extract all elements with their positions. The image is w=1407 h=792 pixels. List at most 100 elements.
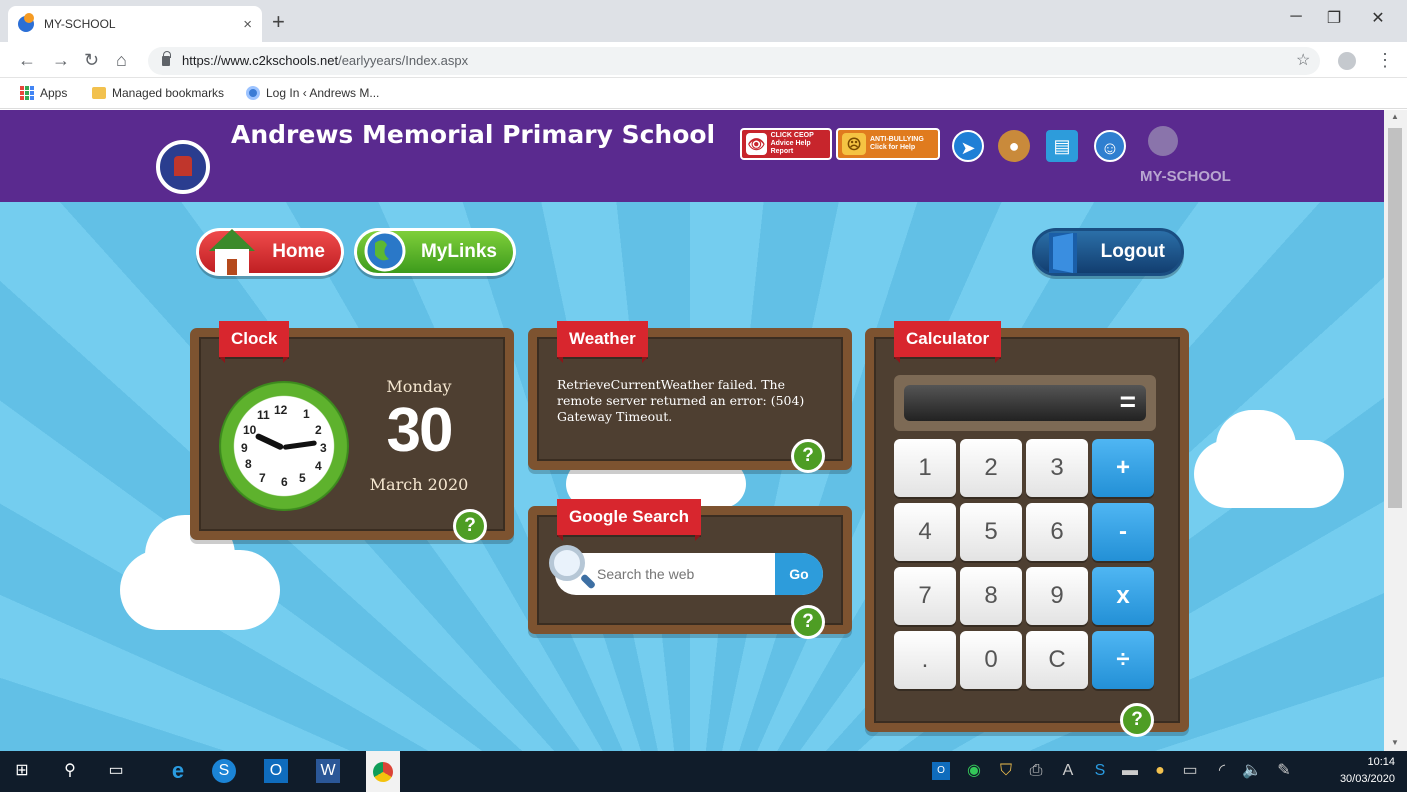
profile-avatar-icon[interactable] (1338, 52, 1356, 70)
home-button[interactable]: Home (196, 228, 344, 276)
mylinks-button[interactable]: MyLinks (354, 228, 516, 276)
bookmark-label: Managed bookmarks (112, 86, 225, 100)
calc-key[interactable]: 9 (1026, 567, 1088, 625)
document-lock-icon[interactable]: ▤ (1046, 130, 1078, 162)
calc-key[interactable]: . (894, 631, 956, 689)
calc-key[interactable]: - (1092, 503, 1154, 561)
search-input[interactable] (597, 553, 777, 595)
calc-key[interactable]: x (1092, 567, 1154, 625)
omnibox[interactable]: https://www.c2kschools.net/earlyyears/In… (148, 47, 1320, 75)
calc-key[interactable]: 4 (894, 503, 956, 561)
bookmark-star-icon[interactable]: ☆ (1296, 50, 1310, 70)
chrome-taskbar-icon[interactable] (366, 751, 400, 792)
calc-key[interactable]: 3 (1026, 439, 1088, 497)
pen-icon[interactable]: ✎ (1272, 759, 1296, 783)
calc-key[interactable]: 1 (894, 439, 956, 497)
skype-icon[interactable]: S (212, 759, 236, 783)
calc-key[interactable]: 7 (894, 567, 956, 625)
ceop-button[interactable]: 👁 CLICK CEOP Advice Help Report (740, 128, 832, 160)
clock-date: 30 (386, 396, 454, 465)
calc-key[interactable]: ÷ (1092, 631, 1154, 689)
calculator-widget: Calculator = ? 1 2 3 +4 5 6- 7 8 9 x. 0 C ÷ (865, 321, 1189, 737)
school-crest-logo[interactable] (156, 140, 210, 194)
globe-icon (361, 227, 419, 281)
scroll-up-icon[interactable]: ▲ (1391, 112, 1399, 121)
accessibility-icon[interactable]: ☺ (1094, 130, 1126, 162)
battery-icon[interactable]: ▭ (1178, 759, 1202, 783)
close-tab-icon[interactable]: × (243, 16, 252, 33)
clock-help-button[interactable]: ? (453, 509, 487, 543)
weather-help-button[interactable]: ? (791, 439, 825, 473)
myschool-logo[interactable]: MY-SCHOOL (1140, 126, 1240, 186)
wordpress-icon (246, 86, 260, 100)
calc-key[interactable]: 6 (1026, 503, 1088, 561)
clock-number: 5 (299, 471, 306, 485)
clock-number: 7 (259, 471, 266, 485)
wifi-icon[interactable]: ◜ (1210, 759, 1234, 783)
new-tab-icon[interactable]: + (272, 9, 285, 35)
printer-tray-icon[interactable]: ⎙ (1024, 759, 1048, 783)
home-icon[interactable]: ⌂ (116, 50, 127, 71)
mylinks-label: MyLinks (420, 241, 497, 262)
back-icon[interactable]: ← (18, 50, 36, 71)
taskbar-tray-icon[interactable]: ▬ (1118, 759, 1142, 783)
word-icon[interactable]: W (316, 759, 340, 783)
calculator-title: Calculator (894, 321, 1002, 363)
minimize-icon[interactable]: ─ (1276, 8, 1316, 26)
anti-bullying-button[interactable]: ☹ ANTI-BULLYING Click for Help (836, 128, 940, 160)
calc-key[interactable]: 8 (960, 567, 1022, 625)
anti-label: ANTI-BULLYING (870, 136, 924, 143)
search-box: Go (555, 553, 823, 595)
cursor-icon[interactable]: ➤ (952, 130, 984, 162)
search-icon[interactable]: ⚲ (58, 759, 82, 783)
menu-kebab-icon[interactable]: ⋮ (1376, 50, 1394, 71)
tab-title: MY-SCHOOL (44, 17, 116, 31)
scroll-thumb[interactable] (1388, 128, 1402, 508)
calc-key[interactable]: 2 (960, 439, 1022, 497)
font-tray-icon[interactable]: A (1056, 759, 1080, 783)
logout-button[interactable]: Logout (1032, 228, 1184, 276)
internet-explorer-icon[interactable]: e (166, 759, 190, 783)
norton-tray-icon[interactable]: ● (1148, 759, 1172, 783)
clock-number: 9 (241, 441, 248, 455)
sad-face-icon: ☹ (842, 133, 866, 155)
logout-label: Logout (1100, 241, 1165, 262)
scroll-down-icon[interactable]: ▼ (1391, 738, 1399, 747)
clock-day: Monday (386, 377, 452, 396)
search-help-button[interactable]: ? (791, 605, 825, 639)
task-view-icon[interactable]: ▭ (104, 759, 128, 783)
bookmark-managed[interactable]: Managed bookmarks (92, 86, 224, 100)
taskbar-date: 30/03/2020 (1339, 773, 1395, 785)
tab-strip: MY-SCHOOL × + ─ ❐ ✕ (0, 0, 1407, 42)
calc-key[interactable]: 5 (960, 503, 1022, 561)
clock-number: 11 (257, 408, 270, 422)
bookmark-apps[interactable]: Apps (20, 86, 67, 100)
go-button[interactable]: Go (775, 553, 823, 595)
calc-key[interactable]: 0 (960, 631, 1022, 689)
calc-key[interactable]: C (1026, 631, 1088, 689)
close-window-icon[interactable]: ✕ (1358, 8, 1398, 28)
calc-key[interactable]: + (1092, 439, 1154, 497)
forward-icon[interactable]: → (52, 50, 70, 71)
volume-icon[interactable]: 🔈 (1240, 759, 1264, 783)
sync-tray-icon[interactable]: ◉ (962, 759, 986, 783)
hour-hand (254, 432, 285, 451)
clock-number: 10 (243, 423, 257, 437)
windows-start-icon[interactable]: ⊞ (10, 759, 34, 783)
clock-title: Clock (219, 321, 290, 363)
page-content: Andrews Memorial Primary School 👁 CLICK … (0, 110, 1384, 751)
page-scrollbar[interactable]: ▲ ▼ (1384, 110, 1407, 751)
outlook-tray-icon[interactable]: O (932, 762, 950, 780)
restore-icon[interactable]: ❐ (1314, 8, 1354, 28)
browser-tab[interactable]: MY-SCHOOL × (8, 6, 262, 42)
reload-icon[interactable]: ↻ (84, 50, 99, 71)
calculator-help-button[interactable]: ? (1120, 703, 1154, 737)
outlook-icon[interactable]: O (264, 759, 288, 783)
bookmark-login[interactable]: Log In ‹ Andrews M... (246, 86, 379, 100)
myschool-favicon-icon (18, 13, 34, 32)
cookie-icon[interactable]: ● (998, 130, 1030, 162)
taskbar-clock[interactable]: 10:14 30/03/2020 (1340, 754, 1395, 788)
clock-month: March 2020 (369, 475, 469, 494)
shield-tray-icon[interactable]: ⛉ (994, 759, 1018, 783)
skype-tray-icon[interactable]: S (1088, 759, 1112, 783)
